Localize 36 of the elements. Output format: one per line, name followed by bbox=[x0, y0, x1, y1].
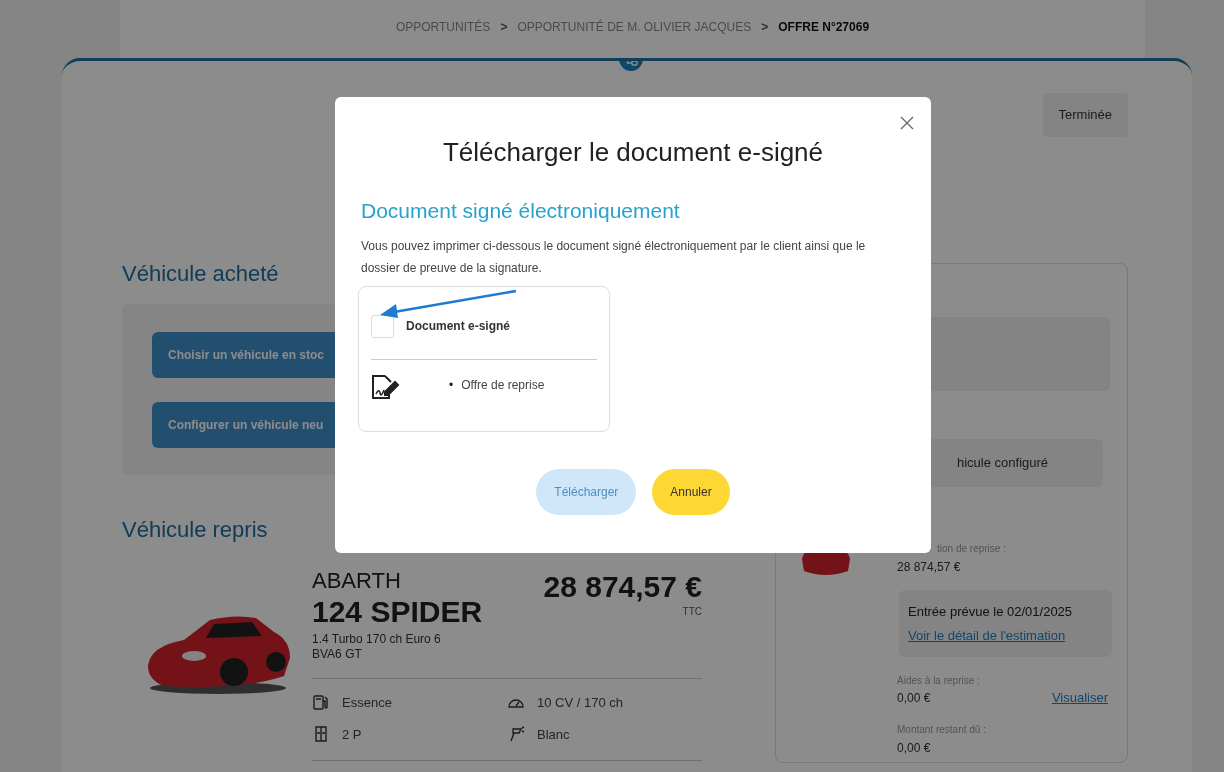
document-item: Offre de reprise bbox=[461, 376, 545, 394]
vehicle-version: 1.4 Turbo 170 ch Euro 6 BVA6 GT bbox=[312, 632, 442, 662]
spec-value: Essence bbox=[342, 694, 392, 712]
cancel-button[interactable]: Annuler bbox=[652, 468, 730, 515]
description-text: Vous pouvez imprimer ci-dessous le document signé électroniquement par le client ainsi que le dossier de preuve de la signature. bbox=[361, 237, 867, 277]
car-door-icon bbox=[312, 725, 330, 744]
breadcrumb-link[interactable]: OFFRE N°27069 bbox=[778, 18, 870, 36]
section-title: Document signé électroniquement bbox=[361, 198, 681, 224]
breadcrumb-separator: > bbox=[761, 19, 769, 36]
close-icon[interactable] bbox=[900, 116, 914, 130]
document-label: Document e-signé bbox=[406, 318, 510, 335]
spec-value: 10 CV / 170 ch bbox=[537, 694, 623, 712]
section-title: Véhicule repris bbox=[122, 516, 268, 544]
bullet: • bbox=[449, 376, 454, 394]
vehicle-make: ABARTH bbox=[312, 568, 402, 594]
estimate-link[interactable]: Voir le détail de l'estimation bbox=[908, 625, 1103, 645]
view-link[interactable]: Visualiser bbox=[1051, 688, 1108, 708]
configured-vehicle-label: hicule configuré bbox=[957, 454, 1049, 473]
entry-date: Entrée prévue le 02/01/2025 bbox=[908, 603, 1074, 621]
breadcrumb-separator: > bbox=[500, 19, 508, 36]
vehicle-price: 28 874,57 € bbox=[543, 570, 702, 604]
price-note: TTC bbox=[681, 605, 702, 619]
valuation-value: 28 874,57 € bbox=[897, 559, 962, 576]
breadcrumb-link[interactable]: OPPORTUNITÉS bbox=[395, 18, 491, 36]
paint-gun-icon bbox=[507, 725, 525, 744]
spec-value: 2 P bbox=[342, 725, 362, 744]
breadcrumb-link[interactable]: OPPORTUNITÉ DE M. OLIVIER JACQUES bbox=[517, 18, 752, 36]
status-badge: Terminée bbox=[1042, 93, 1128, 137]
spec-value: Blanc bbox=[537, 725, 570, 744]
signed-document-icon bbox=[371, 373, 401, 400]
aid-value: 0,00 € bbox=[897, 689, 931, 707]
modal-title: Télécharger le document e-signé bbox=[441, 136, 825, 169]
fuel-pump-icon bbox=[312, 693, 330, 712]
vehicle-model: 124 SPIDER bbox=[312, 594, 483, 630]
section-title: Véhicule acheté bbox=[122, 260, 279, 288]
remaining-value: 0,00 € bbox=[897, 739, 932, 757]
